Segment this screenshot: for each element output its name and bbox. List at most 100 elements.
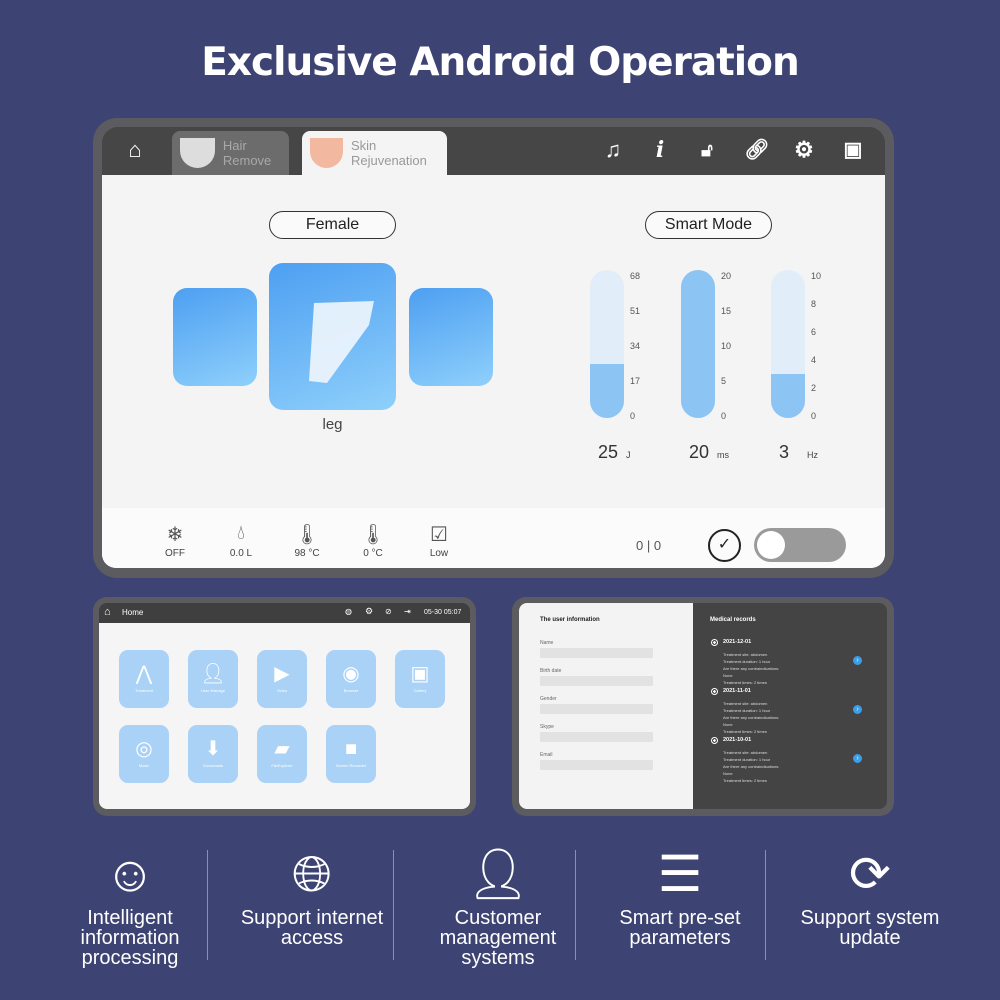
slider-unit: J [626, 450, 631, 460]
wifi-off-icon[interactable]: ⊘ [385, 607, 392, 616]
app-treatment[interactable]: ⋀ Treatment [119, 650, 169, 708]
gear-icon[interactable]: ⚙ [791, 137, 817, 163]
slider-tick: 8 [811, 299, 817, 309]
status-Low: ☑ Low [414, 522, 464, 559]
home-title: Home [122, 608, 144, 617]
field-label: Name [540, 640, 554, 646]
home-icon[interactable]: ⌂ [104, 606, 111, 618]
status-label: 0.0 L [229, 548, 253, 559]
app-user-manage[interactable]: 👤︎ User Manage [188, 650, 238, 708]
sliders-icon: ☰ [657, 846, 703, 902]
home-top-bar: ⌂ Home ◍ ⚙ ⊘ ⇥ 05-30 05:07 [99, 603, 470, 623]
record-line: Treatment site: abdomen [723, 701, 768, 706]
slider-J[interactable] [590, 270, 624, 418]
feature-label: Smart pre-set parameters [619, 907, 741, 949]
record-line: None [723, 722, 733, 727]
slider-tick: 17 [630, 376, 641, 386]
app-browser[interactable]: ◉ Browser [326, 650, 376, 708]
home-icon[interactable]: ⌂ [122, 137, 148, 163]
tab-hair-remove[interactable]: Hair Remove [172, 131, 289, 175]
status-0C: 🌡︎ 0 °C [348, 522, 398, 559]
feature-item: ⟳ Support system update [780, 840, 960, 948]
status-label: OFF [165, 548, 185, 559]
start-toggle[interactable] [754, 528, 846, 562]
slider-tick: 0 [630, 411, 636, 421]
slider-value: 3 [779, 442, 790, 462]
slider-tick: 51 [630, 306, 641, 316]
app-fileexplorer[interactable]: ▰ FileExplorer [257, 725, 307, 783]
record-line: Treatment site: abdomen [723, 652, 768, 657]
lock-off-icon[interactable]: 🔓︎ [694, 137, 720, 163]
records-title: Medical records [710, 617, 756, 623]
record-line: Treatment times: 2 times [723, 729, 767, 734]
record-radio[interactable] [711, 639, 718, 646]
name-field[interactable] [540, 648, 653, 658]
record-date: 2021-10-01 [723, 737, 752, 743]
app-gallery[interactable]: ▣ Gallery [395, 650, 445, 708]
slider-tick: 6 [811, 327, 817, 337]
skype-field[interactable] [540, 732, 653, 742]
status-98C: 🌡︎ 98 °C [282, 522, 332, 559]
globe-icon: 🌐︎ [292, 846, 332, 902]
tab-label: Skin Rejuvenation [350, 138, 427, 168]
tab-skin-rejuvenation[interactable]: Skin Rejuvenation [302, 131, 447, 175]
birth-date-field[interactable] [540, 676, 653, 686]
slider-Hz[interactable] [771, 270, 805, 418]
slider-ms[interactable] [681, 270, 715, 418]
music-icon[interactable]: ♫ [600, 137, 626, 163]
app-screen-recorder[interactable]: ■ Screen Recorder [326, 725, 376, 783]
app-icon: ⬇ [204, 738, 222, 760]
record-line: Treatment duration: 1 hour [723, 757, 771, 762]
gear-icon[interactable]: ⚙ [365, 606, 373, 617]
slider-unit: ms [717, 450, 729, 460]
record-line: Treatment site: abdomen [723, 750, 768, 755]
slider-tick: 0 [721, 411, 727, 421]
body-part-label: leg [322, 416, 343, 433]
torso-icon[interactable] [409, 288, 493, 386]
underarm-icon[interactable] [173, 288, 257, 386]
app-downloads[interactable]: ⬇ Downloads [188, 725, 238, 783]
snowflake-icon: ❄ [166, 524, 184, 546]
logout-icon[interactable]: ⇥ [404, 607, 411, 616]
leg-icon[interactable] [269, 263, 396, 410]
record-line: None [723, 771, 733, 776]
app-label: User Manage [200, 688, 225, 693]
app-icon: ▶ [274, 663, 290, 685]
mode-selector[interactable]: Smart Mode [645, 211, 772, 239]
gender-selector[interactable]: Female [269, 211, 396, 239]
slider-value: 25 [598, 442, 619, 462]
record-radio[interactable] [711, 737, 718, 744]
feature-label: Support internet access [240, 907, 384, 949]
slider-tick: 10 [721, 341, 732, 351]
page-title: Exclusive Android Operation [201, 40, 799, 85]
info-icon[interactable]: i [647, 137, 673, 163]
feature-divider [575, 850, 576, 960]
status-label: Low [429, 548, 449, 559]
slider-tick: 15 [721, 306, 732, 316]
globe-icon[interactable]: ◍ [345, 607, 352, 616]
confirm-button[interactable]: ✓ [708, 529, 741, 562]
record-detail-button[interactable]: › [853, 754, 862, 763]
gender-field[interactable] [540, 704, 653, 714]
status-label: 0 °C [363, 548, 383, 559]
user-card-icon[interactable]: ▣ [840, 137, 866, 163]
field-label: Skype [540, 724, 554, 730]
medical-records-panel: Medical records 2021-12-01 Treatment site… [693, 603, 887, 809]
record-detail-button[interactable]: › [853, 705, 862, 714]
app-music[interactable]: ◎ Music [119, 725, 169, 783]
record-line: Are there any contraindications: [723, 764, 780, 769]
record-detail-button[interactable]: › [853, 656, 862, 665]
feature-divider [393, 850, 394, 960]
slider-tick: 10 [811, 271, 822, 281]
record-radio[interactable] [711, 688, 718, 695]
user-card-icon: 👤︎ [466, 846, 530, 902]
field-label: Email [540, 752, 553, 758]
link-icon[interactable]: 🔗︎ [744, 137, 770, 163]
app-label: Gallery [413, 688, 427, 693]
toggle-knob [757, 531, 785, 559]
app-label: Treatment [134, 688, 154, 693]
email-field[interactable] [540, 760, 653, 770]
app-label: Screen Recorder [335, 763, 367, 768]
app-video[interactable]: ▶ Video [257, 650, 307, 708]
slider-tick: 2 [811, 383, 817, 393]
